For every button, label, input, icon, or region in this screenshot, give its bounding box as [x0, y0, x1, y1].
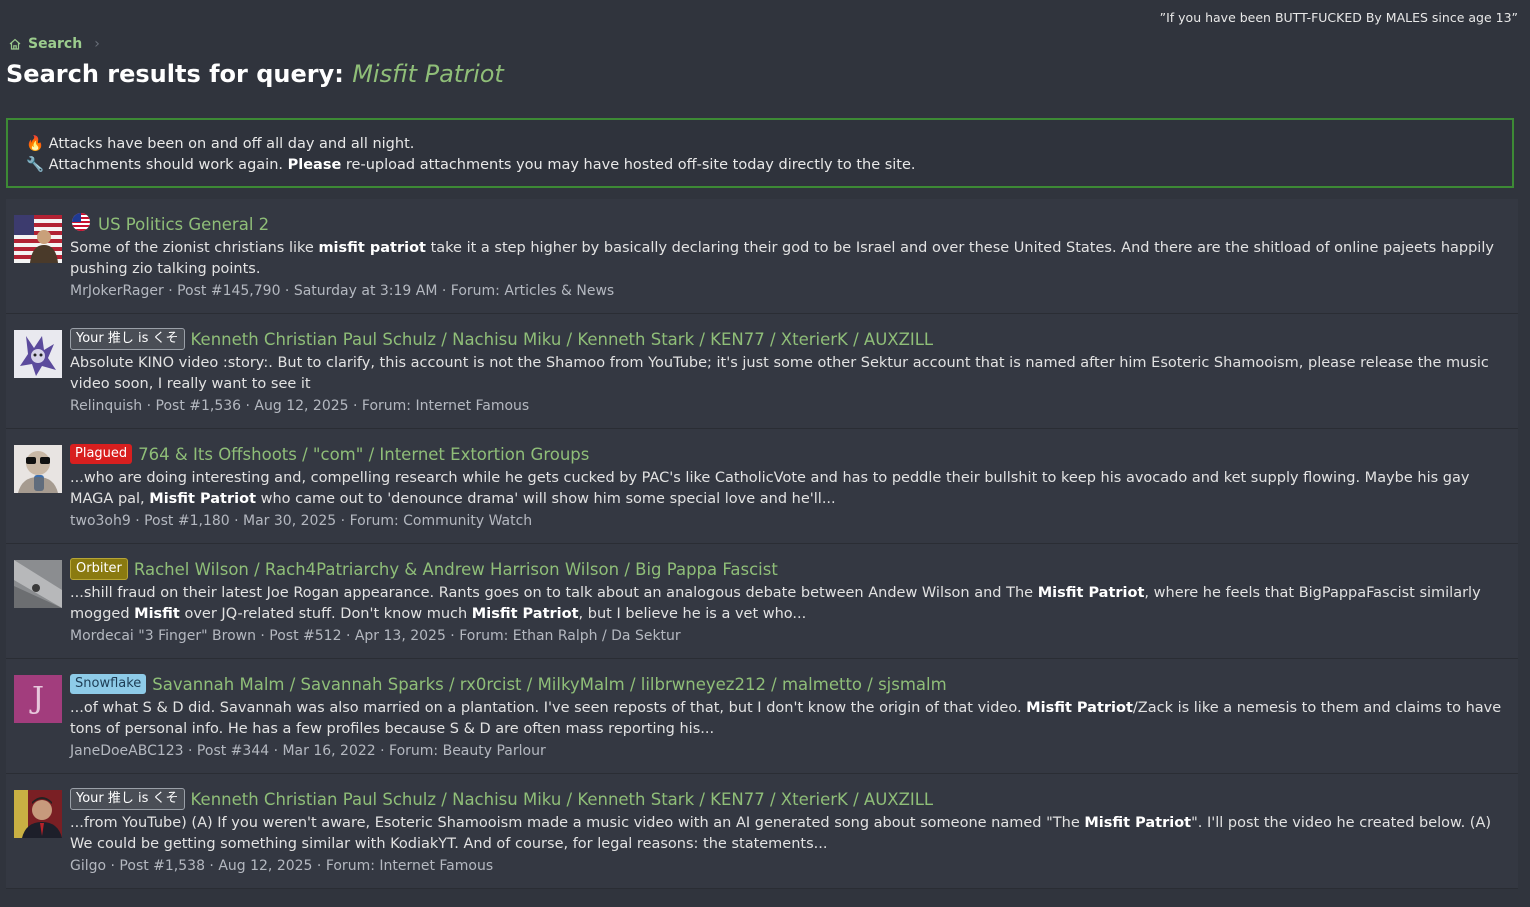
search-result: Orbiter Rachel Wilson / Rach4Patriarchy … [6, 544, 1518, 659]
result-meta[interactable]: Mordecai "3 Finger" Brown · Post #512 · … [70, 628, 1508, 644]
result-meta[interactable]: JaneDoeABC123 · Post #344 · Mar 16, 2022… [70, 743, 1508, 759]
search-result: US Politics General 2 Some of the zionis… [6, 199, 1518, 314]
user-title-badge: Plagued [70, 444, 133, 464]
page-title: Search results for query: Misfit Patriot [6, 60, 504, 88]
result-title-link[interactable]: Rachel Wilson / Rach4Patriarchy & Andrew… [134, 560, 778, 579]
result-meta[interactable]: Gilgo · Post #1,538 · Aug 12, 2025 · For… [70, 858, 1508, 874]
avatar[interactable]: J [14, 675, 62, 723]
result-title-link[interactable]: 764 & Its Offshoots / "com" / Internet E… [138, 445, 589, 464]
snippet-text: who came out to 'denounce drama' will sh… [256, 491, 836, 507]
avatar[interactable] [14, 215, 62, 263]
snippet-text: Absolute KINO video :story:. But to clar… [70, 355, 1489, 392]
snippet-highlight: Misfit Patriot [149, 491, 257, 507]
user-title-badge: Your 推し is くそ [70, 328, 185, 350]
avatar[interactable] [14, 445, 62, 493]
result-snippet: Absolute KINO video :story:. But to clar… [70, 353, 1508, 395]
result-snippet: ...who are doing interesting and, compel… [70, 468, 1508, 510]
snippet-highlight: Misfit Patriot [471, 606, 579, 622]
snippet-text: over JQ-related stuff. Don't know much [179, 606, 472, 622]
user-title-badge: Your 推し is くそ [70, 788, 185, 810]
page-title-query: Misfit Patriot [352, 60, 504, 88]
snippet-highlight: Misfit Patriot [1037, 585, 1145, 601]
snippet-text: Some of the zionist christians like [70, 240, 319, 256]
result-title-link[interactable]: US Politics General 2 [98, 215, 269, 234]
page-title-prefix: Search results for query: [6, 60, 344, 88]
breadcrumb-search-link[interactable]: Search [28, 36, 82, 52]
snippet-highlight: misfit patriot [318, 240, 426, 256]
site-notice: 🔥 Attacks have been on and off all day a… [6, 118, 1514, 188]
home-icon[interactable] [8, 37, 22, 51]
notice-line-2-pre: Attachments should work again. [48, 157, 283, 173]
wrench-icon: 🔧 [26, 157, 45, 173]
header-quote: ”If you have been BUTT-FUCKED By MALES s… [1159, 10, 1518, 25]
notice-line-2-bold: Please [287, 157, 342, 173]
result-title-link[interactable]: Kenneth Christian Paul Schulz / Nachisu … [191, 330, 934, 349]
snippet-text: ...shill fraud on their latest Joe Rogan… [70, 585, 1038, 601]
avatar[interactable] [14, 560, 62, 608]
user-title-badge: Orbiter [70, 558, 128, 580]
search-result: J Snowflake Savannah Malm / Savannah Spa… [6, 659, 1518, 774]
snippet-text: ...of what S & D did. Savannah was also … [70, 700, 1027, 716]
snippet-highlight: Misfit Patriot [1084, 815, 1192, 831]
notice-line-2-post: re-upload attachments you may have hoste… [345, 157, 916, 173]
breadcrumb: Search › [8, 36, 100, 52]
chevron-right-icon: › [94, 36, 100, 52]
notice-line-1: Attacks have been on and off all day and… [48, 136, 415, 152]
result-snippet: ...of what S & D did. Savannah was also … [70, 698, 1508, 740]
result-meta[interactable]: MrJokerRager · Post #145,790 · Saturday … [70, 283, 1508, 299]
result-title-link[interactable]: Savannah Malm / Savannah Sparks / rx0rci… [152, 675, 946, 694]
result-snippet: ...from YouTube) (A) If you weren't awar… [70, 813, 1508, 855]
fire-icon: 🔥 [26, 136, 45, 152]
avatar[interactable] [14, 330, 62, 378]
us-flag-icon [70, 211, 92, 237]
result-snippet: ...shill fraud on their latest Joe Rogan… [70, 583, 1508, 625]
avatar[interactable] [14, 790, 62, 838]
user-title-badge: Snowflake [70, 674, 147, 694]
result-meta[interactable]: two3oh9 · Post #1,180 · Mar 30, 2025 · F… [70, 513, 1508, 529]
snippet-text: , but I believe he is a vet who... [578, 606, 807, 622]
search-result: Your 推し is くそ Kenneth Christian Paul Sch… [6, 314, 1518, 429]
search-results-list: US Politics General 2 Some of the zionis… [6, 199, 1518, 889]
result-title-link[interactable]: Kenneth Christian Paul Schulz / Nachisu … [191, 790, 934, 809]
result-meta[interactable]: Relinquish · Post #1,536 · Aug 12, 2025 … [70, 398, 1508, 414]
search-result: Plagued 764 & Its Offshoots / "com" / In… [6, 429, 1518, 544]
search-result: Your 推し is くそ Kenneth Christian Paul Sch… [6, 774, 1518, 889]
snippet-text: ...from YouTube) (A) If you weren't awar… [70, 815, 1085, 831]
snippet-highlight: Misfit Patriot [1026, 700, 1133, 716]
result-snippet: Some of the zionist christians like misf… [70, 238, 1508, 280]
snippet-highlight: Misfit [134, 606, 180, 622]
